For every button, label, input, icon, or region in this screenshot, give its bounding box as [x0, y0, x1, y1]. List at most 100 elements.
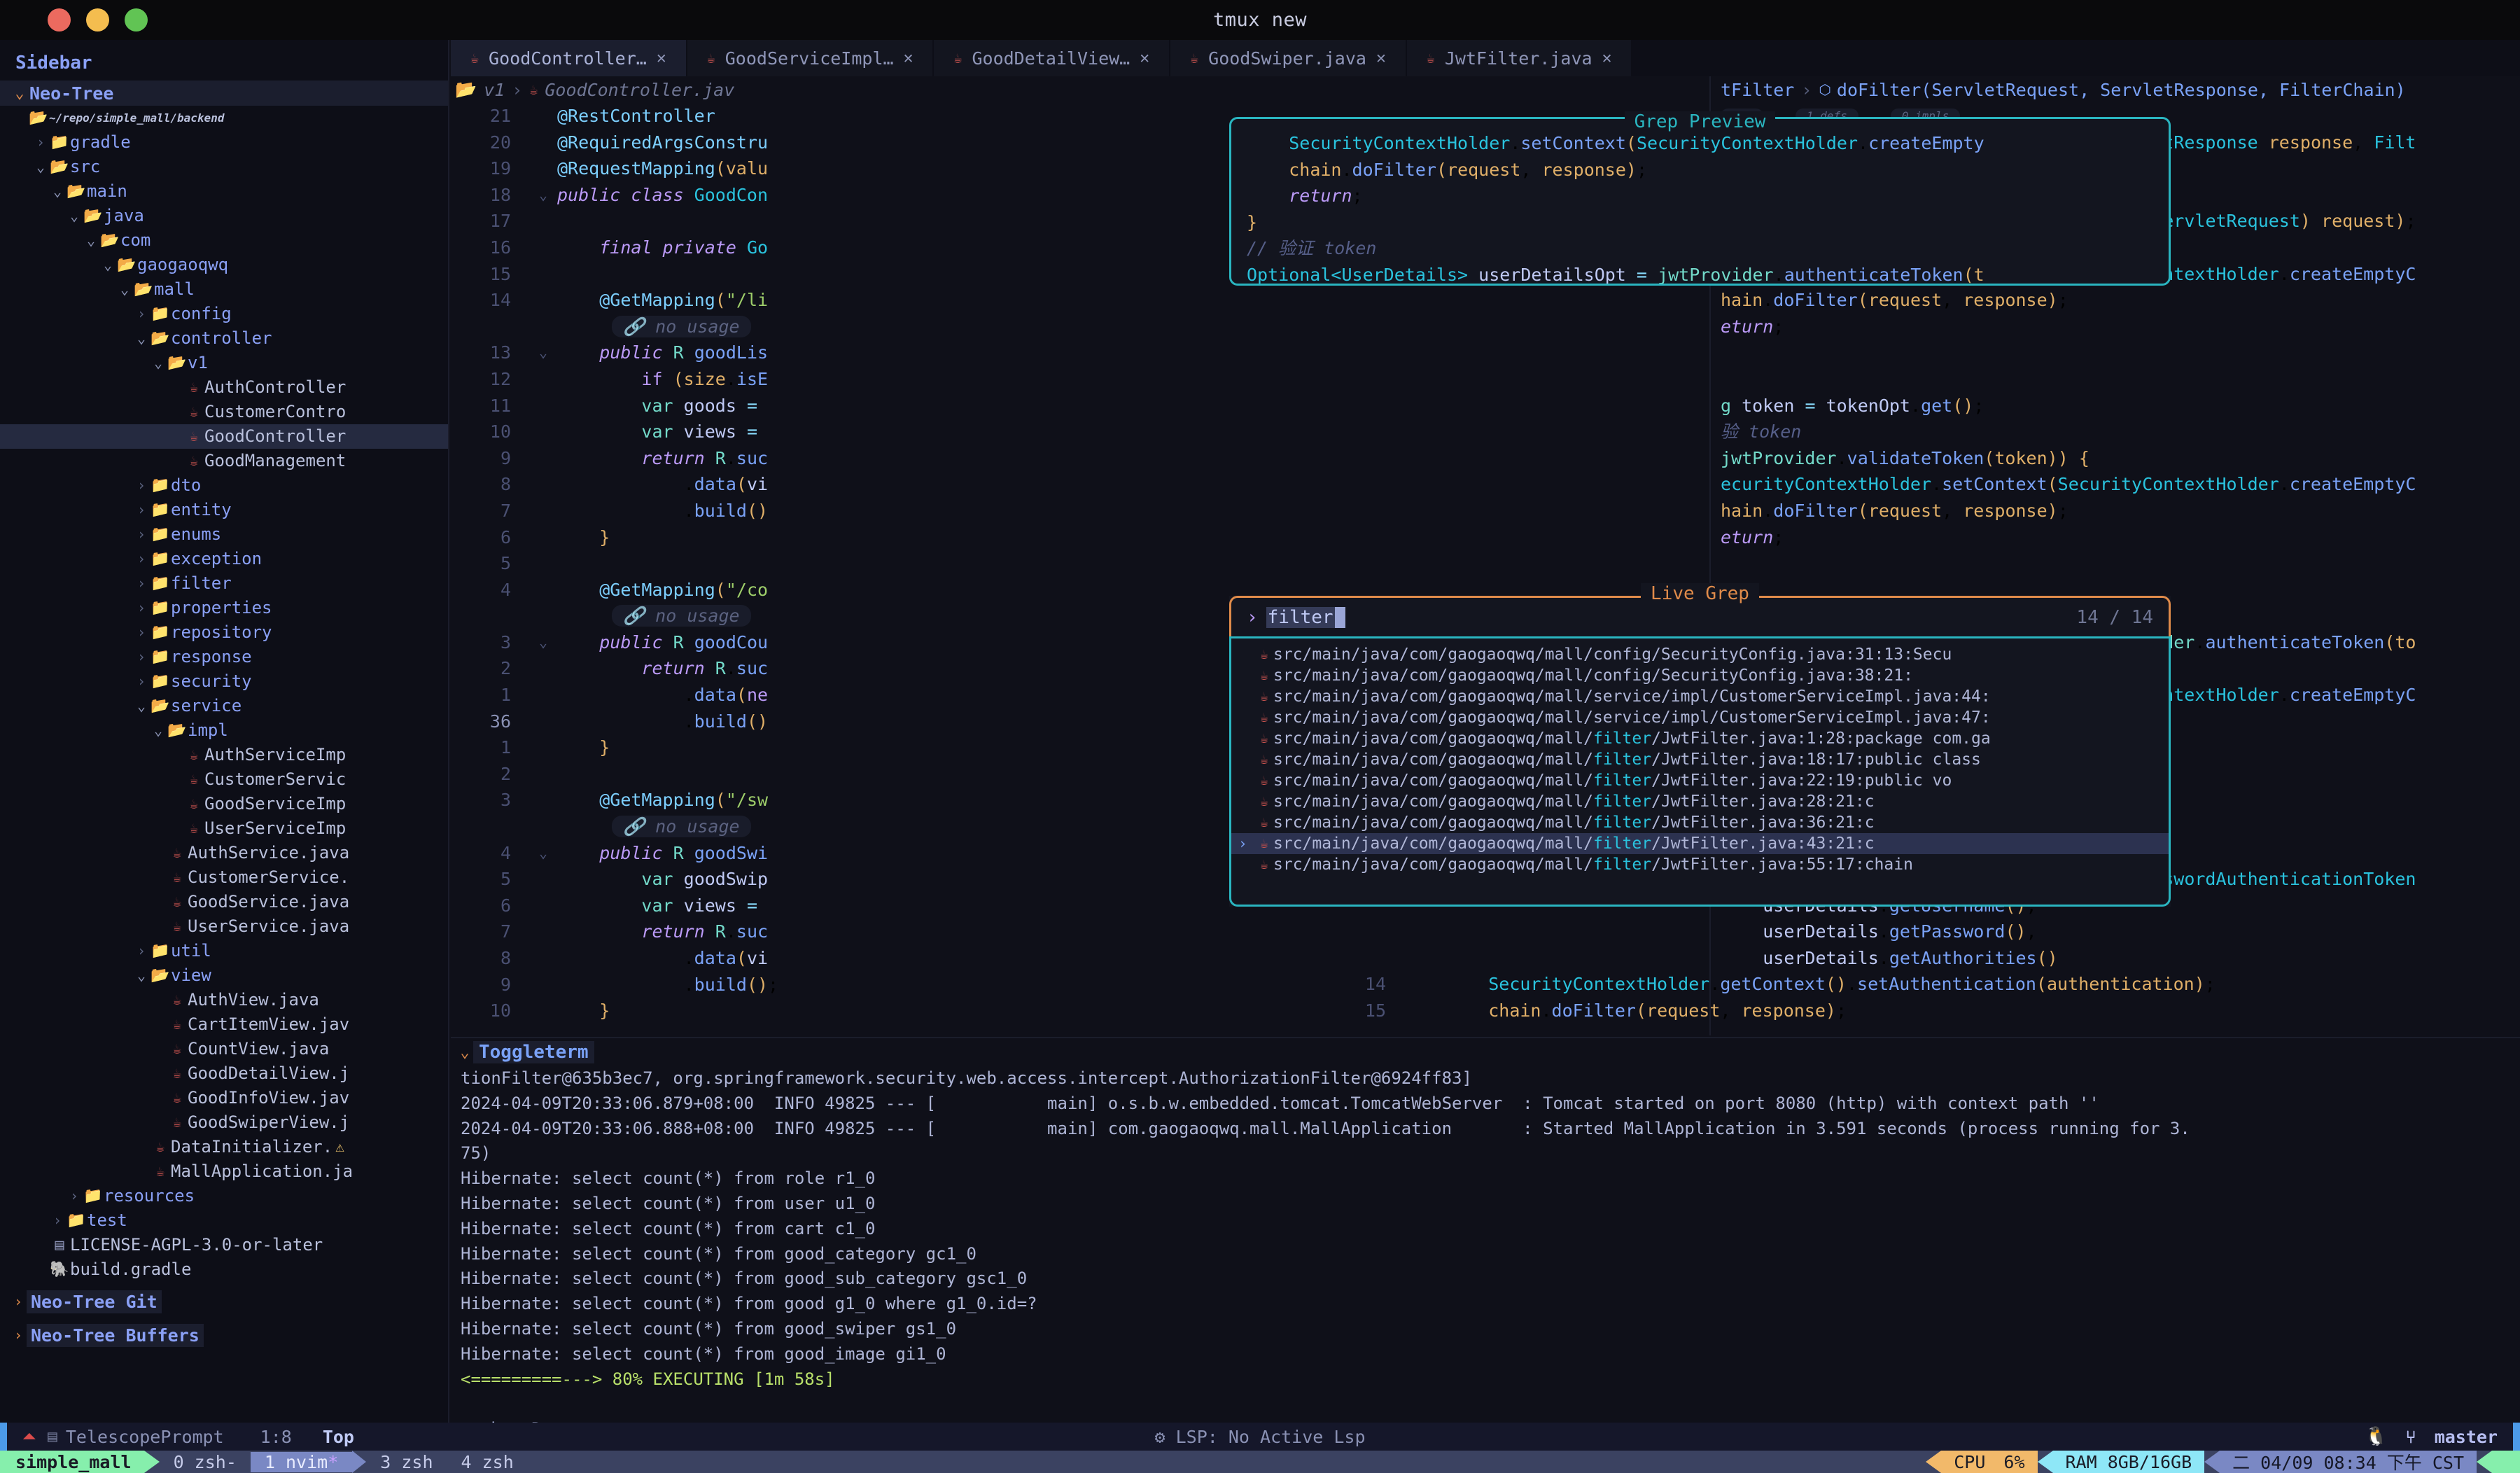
editor-tab[interactable]: ☕ JwtFilter.java ✕: [1406, 40, 1633, 76]
tree-folder-row[interactable]: › 📁 resources: [0, 1184, 448, 1208]
live-grep-result-row[interactable]: ☕ src/main/java/com/gaogaoqwq/mall/filter…: [1231, 770, 2169, 791]
tree-folder-row[interactable]: ⌄ 📂 mall: [0, 277, 448, 302]
tree-file-row[interactable]: 🐘 build.gradle: [0, 1257, 448, 1282]
sidebar[interactable]: Sidebar ⌄ Neo-Tree 📂 ~/repo/simple_mall/…: [0, 40, 449, 1423]
close-icon[interactable]: ✕: [1602, 49, 1612, 67]
tree-file-row[interactable]: ☕ GoodManagement: [0, 449, 448, 473]
tree-file-row[interactable]: ☕ AuthView.java: [0, 988, 448, 1012]
editor-tab[interactable]: ☕ GoodDetailView… ✕: [934, 40, 1171, 76]
tree-file-row[interactable]: ☕ GoodSwiperView.j: [0, 1110, 448, 1135]
tree-file-row[interactable]: ☕ AuthController: [0, 375, 448, 400]
tree-folder-row[interactable]: › 📁 test: [0, 1208, 448, 1233]
close-icon[interactable]: ✕: [1140, 49, 1149, 67]
live-grep-window[interactable]: Live Grep › filter 14 / 14 ☕ src/main/jav…: [1229, 583, 2171, 907]
tree-folder-row[interactable]: ⌄ 📂 controller: [0, 326, 448, 351]
tree-root-path-row[interactable]: 📂 ~/repo/simple_mall/backend: [0, 106, 448, 130]
tree-folder-row[interactable]: › 📁 exception: [0, 547, 448, 571]
tmux-window-item[interactable]: 1 nvim*: [250, 1451, 353, 1472]
tmux-window-item[interactable]: 0 zsh-: [160, 1452, 251, 1472]
close-icon[interactable]: ✕: [904, 49, 913, 67]
tree-file-row[interactable]: ☕ AuthService.java: [0, 841, 448, 865]
tmux-window-item[interactable]: 3 zsh: [366, 1452, 447, 1472]
tree-file-row[interactable]: ☕ UserService.java: [0, 914, 448, 939]
line-number: 16: [489, 237, 511, 258]
close-icon[interactable]: ✕: [1376, 49, 1386, 67]
code-tail-right[interactable]: 14 SecurityContextHolder.getContext().se…: [1326, 971, 2520, 1024]
tmux-window-item[interactable]: 4 zsh: [447, 1452, 528, 1472]
tree-file-row[interactable]: ☕ GoodService.java: [0, 890, 448, 914]
terminal-header[interactable]: ⌄ Toggleterm: [451, 1038, 2520, 1066]
tabline[interactable]: ☕ GoodController… ✕ ☕ GoodServiceImpl… ✕ ☕ Good…: [451, 40, 2520, 76]
tree-file-row[interactable]: ☕ CustomerServic: [0, 767, 448, 792]
tree-file-row[interactable]: ☕ GoodServiceImp: [0, 792, 448, 816]
editor-tab[interactable]: ☕ GoodSwiper.java ✕: [1170, 40, 1407, 76]
tree-folder-row[interactable]: ⌄ 📂 src: [0, 155, 448, 179]
tmux-window-list[interactable]: 0 zsh- 1 nvim* 3 zsh 4 zsh: [160, 1451, 528, 1473]
tree-file-row[interactable]: ☕ CustomerContro: [0, 400, 448, 424]
tmux-session-name[interactable]: simple_mall: [0, 1451, 144, 1473]
live-grep-query[interactable]: filter: [1266, 607, 1335, 628]
terminal-panel[interactable]: ⌄ Toggleterm tionFilter@635b3ec7, org.sp…: [451, 1037, 2520, 1439]
editor-tab[interactable]: ☕ GoodServiceImpl… ✕: [687, 40, 934, 76]
tree-file-row[interactable]: ☕ AuthServiceImp: [0, 743, 448, 767]
tree-folder-row[interactable]: › 📁 gradle: [0, 130, 448, 155]
sidebar-section-buffers[interactable]: › Neo-Tree Buffers: [0, 1321, 448, 1349]
grep-preview-line: // 验证 token: [1247, 238, 1377, 259]
sidebar-section-git[interactable]: › Neo-Tree Git: [0, 1287, 448, 1315]
tree-folder-row[interactable]: › 📁 filter: [0, 571, 448, 596]
live-grep-prompt-box[interactable]: Live Grep › filter 14 / 14: [1229, 583, 2171, 638]
tree-folder-row[interactable]: › 📁 config: [0, 302, 448, 326]
live-grep-result-row[interactable]: ☕ src/main/java/com/gaogaoqwq/mall/filter…: [1231, 728, 2169, 749]
tree-folder-row[interactable]: › 📁 enums: [0, 522, 448, 547]
tree-folder-row[interactable]: ⌄ 📂 com: [0, 228, 448, 253]
folder-open-icon: 📂: [167, 722, 187, 739]
tree-file-row[interactable]: ☕ CartItemView.jav: [0, 1012, 448, 1037]
folder-icon: 📁: [150, 575, 170, 592]
tree-folder-row[interactable]: ⌄ 📂 impl: [0, 718, 448, 743]
tree-folder-row[interactable]: › 📁 properties: [0, 596, 448, 620]
tree-folder-row[interactable]: ⌄ 📂 main: [0, 179, 448, 204]
close-icon[interactable]: ✕: [657, 49, 666, 67]
live-grep-result-row[interactable]: ☕ src/main/java/com/gaogaoqwq/mall/config…: [1231, 644, 2169, 665]
tree-file-row[interactable]: ☕ GoodDetailView.j: [0, 1061, 448, 1086]
tree-file-row[interactable]: ☕ DataInitializer. ⚠: [0, 1135, 448, 1159]
tree-folder-row[interactable]: › 📁 dto: [0, 473, 448, 498]
fold-chevron-down-icon[interactable]: ⌄: [529, 840, 557, 867]
tree-folder-row[interactable]: › 📁 repository: [0, 620, 448, 645]
fold-chevron-down-icon[interactable]: ⌄: [529, 629, 557, 656]
fold-chevron-down-icon[interactable]: ⌄: [529, 340, 557, 366]
tree-folder-row[interactable]: ⌄ 📂 v1: [0, 351, 448, 375]
tree-folder-row[interactable]: › 📁 entity: [0, 498, 448, 522]
live-grep-results-list[interactable]: ☕ src/main/java/com/gaogaoqwq/mall/config…: [1229, 636, 2171, 907]
editor-tab[interactable]: ☕ GoodController… ✕: [451, 40, 687, 76]
tree-file-row[interactable]: ▤ LICENSE-AGPL-3.0-or-later: [0, 1233, 448, 1257]
grep-preview-window[interactable]: SecurityContextHolder.setContext(Securit…: [1229, 117, 2171, 286]
tree-folder-row[interactable]: › 📁 response: [0, 645, 448, 669]
live-grep-result-row[interactable]: ☕ src/main/java/com/gaogaoqwq/mall/servic…: [1231, 686, 2169, 707]
tree-item-label: UserServiceImp: [204, 818, 346, 838]
tree-file-row[interactable]: ☕ GoodInfoView.jav: [0, 1086, 448, 1110]
tree-folder-row[interactable]: ⌄ 📂 view: [0, 963, 448, 988]
live-grep-result-row[interactable]: ☕ src/main/java/com/gaogaoqwq/mall/config…: [1231, 665, 2169, 686]
fold-chevron-down-icon[interactable]: ⌄: [529, 182, 557, 209]
neotree-root-header[interactable]: ⌄ Neo-Tree: [0, 81, 448, 106]
tree-folder-row[interactable]: › 📁 util: [0, 939, 448, 963]
tree-folder-row[interactable]: ⌄ 📂 java: [0, 204, 448, 228]
live-grep-result-row[interactable]: ☕ src/main/java/com/gaogaoqwq/mall/filter…: [1231, 854, 2169, 875]
tree-file-row[interactable]: ☕ CustomerService.: [0, 865, 448, 890]
tree-file-row[interactable]: ☕ CountView.java: [0, 1037, 448, 1061]
tree-folder-row[interactable]: › 📁 security: [0, 669, 448, 694]
tree-file-row[interactable]: ☕ UserServiceImp: [0, 816, 448, 841]
terminal-spacer: [461, 1392, 2520, 1417]
live-grep-result-row[interactable]: ☕ src/main/java/com/gaogaoqwq/mall/filter…: [1231, 791, 2169, 812]
tree-folder-row[interactable]: ⌄ 📂 gaogaoqwq: [0, 253, 448, 277]
file-tree[interactable]: › 📁 gradle ⌄ 📂 src ⌄ 📂 main ⌄ 📂 java ⌄ 📂 com ⌄ 📂 gaogaoqw…: [0, 130, 448, 1282]
live-grep-result-row[interactable]: › ☕ src/main/java/com/gaogaoqwq/mall/filte…: [1231, 833, 2169, 854]
tree-file-row[interactable]: ☕ MallApplication.ja: [0, 1159, 448, 1184]
live-grep-result-row[interactable]: ☕ src/main/java/com/gaogaoqwq/mall/filter…: [1231, 749, 2169, 770]
tree-folder-row[interactable]: ⌄ 📂 service: [0, 694, 448, 718]
tree-item-label: com: [120, 230, 151, 250]
tree-file-row[interactable]: ☕ GoodController: [0, 424, 448, 449]
live-grep-result-row[interactable]: ☕ src/main/java/com/gaogaoqwq/mall/filter…: [1231, 812, 2169, 833]
live-grep-result-row[interactable]: ☕ src/main/java/com/gaogaoqwq/mall/servic…: [1231, 707, 2169, 728]
